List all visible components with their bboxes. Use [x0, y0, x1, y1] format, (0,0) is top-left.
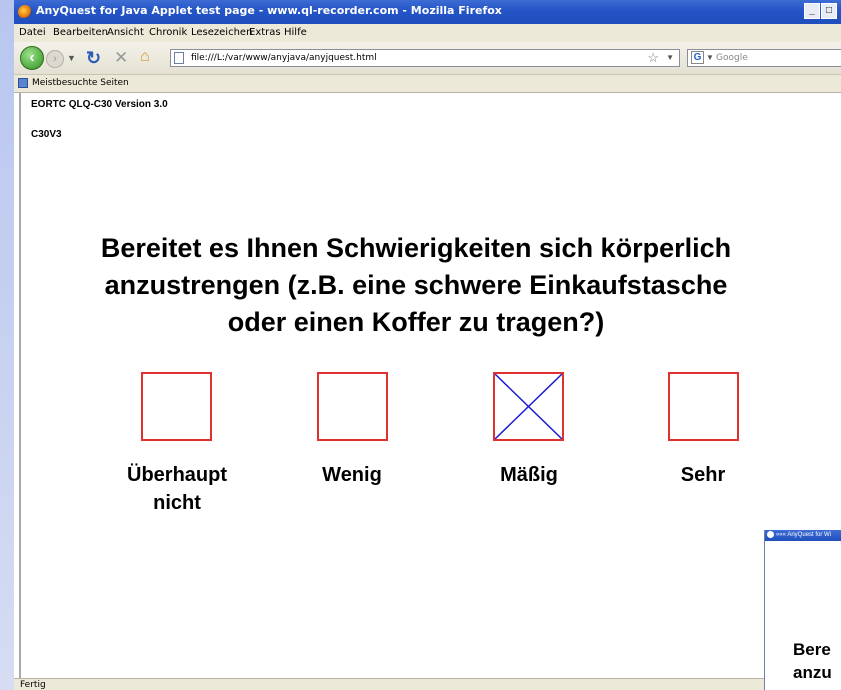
history-dropdown-icon[interactable]: ▼: [67, 53, 76, 63]
firefox-window: AnyQuest for Java Applet test page - www…: [14, 0, 841, 690]
address-bar[interactable]: file:///L:/var/www/anyjava/anyjquest.htm…: [170, 49, 680, 67]
questionnaire-title: EORTC QLQ-C30 Version 3.0: [31, 99, 168, 110]
firefox-icon: [18, 5, 32, 19]
menu-bar: Datei Bearbeiten Ansicht Chronik Lesezei…: [14, 24, 841, 42]
popup-title-bar[interactable]: ««« AnyQuest for Wi: [765, 530, 841, 541]
stop-icon[interactable]: ✕: [114, 48, 128, 68]
option-maessig-checkbox[interactable]: [493, 372, 564, 441]
navigation-toolbar: ‹ › ▼ ↻ ✕ ⌂ file:///L:/var/www/anyjava/a…: [14, 42, 841, 75]
question-line: anzustrengen (z.B. eine schwere Einkaufs…: [104, 270, 728, 300]
url-text: file:///L:/var/www/anyjava/anyjquest.htm…: [191, 53, 377, 63]
back-button[interactable]: ‹: [20, 46, 44, 70]
page-icon: [174, 52, 184, 64]
status-bar: Fertig: [14, 678, 841, 690]
bookmark-meistbesuchte-seiten[interactable]: Meistbesuchte Seiten: [32, 78, 129, 88]
option-label-line: Überhaupt: [127, 464, 227, 486]
desktop-background: [0, 0, 14, 690]
google-icon[interactable]: G: [691, 51, 704, 64]
question-line: Bereitet es Ihnen Schwierigkeiten sich k…: [100, 233, 732, 263]
search-engine-dropdown-icon[interactable]: ▼: [706, 53, 714, 62]
popup-app-icon: [767, 530, 774, 538]
menu-bearbeiten[interactable]: Bearbeiten: [53, 27, 108, 38]
title-bar[interactable]: AnyQuest for Java Applet test page - www…: [14, 0, 841, 24]
popup-title: ««« AnyQuest for Wi: [776, 532, 832, 538]
search-bar[interactable]: G ▼ Google: [687, 49, 841, 67]
menu-extras[interactable]: Extras: [249, 27, 281, 38]
status-text: Fertig: [20, 680, 46, 690]
anyquest-popup-window[interactable]: ««« AnyQuest for Wi Bere anzu: [764, 530, 841, 690]
question-text: Bereitet es Ihnen Schwierigkeiten sich k…: [51, 230, 781, 341]
check-cross-icon: [495, 374, 562, 439]
bookmark-folder-icon: [18, 78, 28, 88]
maximize-button[interactable]: □: [821, 3, 837, 19]
option-ueberhaupt-nicht-checkbox[interactable]: [141, 372, 212, 441]
menu-chronik[interactable]: Chronik: [149, 27, 187, 38]
option-wenig-label: Wenig: [322, 464, 382, 486]
questionnaire-code: C30V3: [31, 129, 62, 140]
reload-icon[interactable]: ↻: [86, 48, 101, 69]
option-label-line: nicht: [153, 492, 201, 514]
home-icon[interactable]: ⌂: [140, 48, 150, 66]
bookmark-star-icon[interactable]: ☆: [647, 50, 659, 66]
bookmarks-toolbar: Meistbesuchte Seiten: [14, 75, 841, 93]
minimize-button[interactable]: _: [804, 3, 820, 19]
url-dropdown-icon[interactable]: ▼: [666, 53, 674, 62]
popup-question-text: Bere anzu: [793, 638, 832, 684]
page-content: EORTC QLQ-C30 Version 3.0 C30V3 Bereitet…: [19, 93, 841, 678]
option-sehr-label: Sehr: [680, 464, 726, 486]
window-title: AnyQuest for Java Applet test page - www…: [36, 4, 502, 17]
popup-text-line: anzu: [793, 663, 832, 682]
option-sehr-checkbox[interactable]: [668, 372, 739, 441]
popup-text-line: Bere: [793, 640, 831, 659]
menu-lesezeichen[interactable]: Lesezeichen: [191, 27, 252, 38]
option-ueberhaupt-nicht-label: Überhaupt nicht: [97, 461, 257, 517]
menu-ansicht[interactable]: Ansicht: [107, 27, 144, 38]
option-wenig-checkbox[interactable]: [317, 372, 388, 441]
search-placeholder: Google: [716, 53, 748, 63]
menu-hilfe[interactable]: Hilfe: [284, 27, 307, 38]
forward-button[interactable]: ›: [46, 50, 64, 68]
question-line: oder einen Koffer zu tragen?): [227, 307, 605, 337]
option-maessig-label: Mäßig: [500, 464, 558, 486]
menu-datei[interactable]: Datei: [19, 27, 46, 38]
